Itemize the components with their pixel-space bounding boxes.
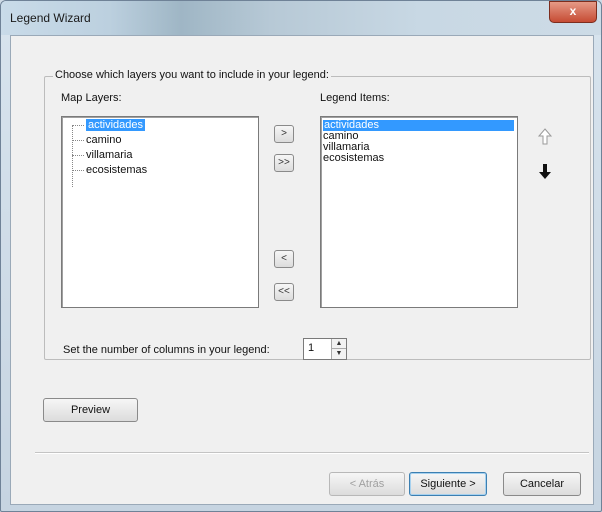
add-all-layers-button[interactable]: >> <box>274 154 294 172</box>
columns-spinner[interactable]: 1 ▲ ▼ <box>303 338 347 360</box>
move-up-button[interactable] <box>536 126 554 148</box>
back-button[interactable]: < Atrás <box>329 472 405 496</box>
remove-layer-button[interactable]: < <box>274 250 294 268</box>
next-button[interactable]: Siguiente > <box>409 472 487 496</box>
move-down-button[interactable] <box>536 161 554 183</box>
map-layer-item[interactable]: camino <box>86 134 121 146</box>
tree-connector <box>72 140 84 141</box>
columns-label: Set the number of columns in your legend… <box>63 344 270 356</box>
map-layer-item[interactable]: actividades <box>84 118 147 132</box>
map-layers-label: Map Layers: <box>61 92 122 104</box>
footer-divider <box>35 452 589 454</box>
spin-down-icon[interactable]: ▼ <box>332 349 346 359</box>
preview-button[interactable]: Preview <box>43 398 138 422</box>
legend-items-label: Legend Items: <box>320 92 390 104</box>
spin-up-icon[interactable]: ▲ <box>332 339 346 349</box>
dialog-body: Choose which layers you want to include … <box>10 35 594 505</box>
legend-items-list[interactable]: actividades camino villamaria ecosistema… <box>320 116 518 308</box>
close-button[interactable]: x <box>549 1 597 23</box>
close-icon: x <box>569 4 577 18</box>
arrow-down-icon <box>539 164 551 179</box>
tree-connector <box>72 170 84 171</box>
arrow-up-icon <box>537 128 553 145</box>
tree-connector <box>72 125 73 187</box>
title-bar[interactable]: Legend Wizard x <box>1 1 601 35</box>
legend-wizard-window: Legend Wizard x Choose which layers you … <box>0 0 602 512</box>
map-layer-item[interactable]: ecosistemas <box>86 164 147 176</box>
tree-connector <box>72 125 84 126</box>
map-layer-item[interactable]: villamaria <box>86 149 132 161</box>
map-layers-tree[interactable]: actividades camino villamaria ecosistema… <box>61 116 259 308</box>
window-title: Legend Wizard <box>10 11 91 25</box>
spinner-arrows: ▲ ▼ <box>331 339 346 359</box>
add-layer-button[interactable]: > <box>274 125 294 143</box>
cancel-button[interactable]: Cancelar <box>503 472 581 496</box>
group-legend: Choose which layers you want to include … <box>53 69 331 81</box>
columns-value[interactable]: 1 <box>308 342 314 354</box>
remove-all-layers-button[interactable]: << <box>274 283 294 301</box>
legend-item[interactable]: ecosistemas <box>323 153 384 164</box>
tree-connector <box>72 155 84 156</box>
